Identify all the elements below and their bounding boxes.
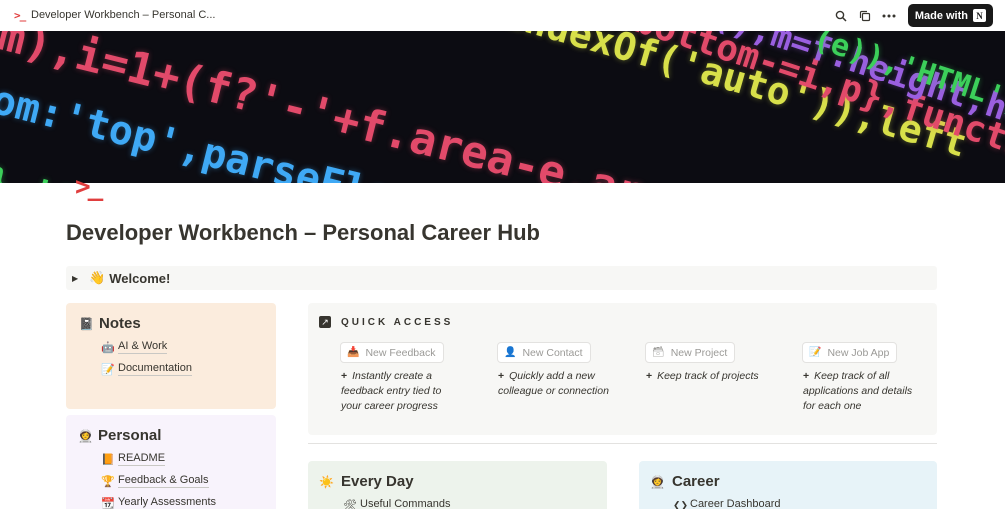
trophy-icon: 🏆 bbox=[101, 475, 115, 488]
new-feedback-button[interactable]: 📥 New Feedback bbox=[340, 342, 444, 363]
duplicate-icon[interactable] bbox=[856, 7, 874, 25]
made-with-label: Made with bbox=[914, 9, 968, 22]
personal-item-yearly-assessments[interactable]: 📆 Yearly Assessments bbox=[101, 496, 216, 509]
made-with-notion-button[interactable]: Made with N bbox=[907, 4, 993, 27]
new-feedback-label: New Feedback bbox=[365, 346, 436, 359]
career-heading: 👩‍🚀 Career bbox=[650, 473, 720, 490]
personal-heading: 👩‍🚀 Personal bbox=[78, 427, 161, 444]
toggle-arrow-icon[interactable]: ▶ bbox=[72, 274, 86, 283]
page-title: Developer Workbench – Personal Career Hu… bbox=[66, 220, 540, 245]
person-icon: 👤 bbox=[504, 347, 517, 358]
top-bar: >_ Developer Workbench – Personal C... M… bbox=[0, 0, 1005, 31]
new-contact-label: New Contact bbox=[522, 346, 583, 359]
plus-icon: + bbox=[498, 370, 505, 382]
plus-icon: + bbox=[341, 370, 348, 382]
book-icon: 📙 bbox=[101, 453, 115, 466]
desc-line: Quickly add a new bbox=[509, 370, 595, 382]
new-job-app-label: New Job App bbox=[827, 346, 890, 359]
astronaut-icon: 👩‍🚀 bbox=[650, 474, 665, 489]
new-project-label: New Project bbox=[670, 346, 728, 359]
window-title[interactable]: Developer Workbench – Personal C... bbox=[31, 9, 215, 21]
notes-item-ai-work[interactable]: 🤖 AI & Work bbox=[101, 340, 168, 354]
card-file-box-icon: 🗃 bbox=[652, 347, 665, 358]
arrow-up-right-icon: ↗ bbox=[319, 316, 331, 328]
top-bar-actions: Made with N bbox=[832, 4, 993, 27]
career-item-dashboard[interactable]: ❮❯ Career Dashboard bbox=[673, 498, 781, 509]
new-feedback-description: + Instantly create a feedback entry tied… bbox=[341, 369, 441, 414]
new-project-description: + Keep track of projects bbox=[646, 369, 759, 384]
quick-access-title: QUICK ACCESS bbox=[341, 316, 454, 328]
personal-item-readme[interactable]: 📙 README bbox=[101, 452, 166, 466]
new-job-app-button[interactable]: 📝 New Job App bbox=[802, 342, 898, 363]
notebook-icon: 📓 bbox=[79, 316, 94, 331]
search-icon[interactable] bbox=[832, 7, 850, 25]
desc-line: applications and details bbox=[803, 385, 913, 397]
memo-icon: 📝 bbox=[809, 347, 822, 358]
cover-image: om),i=1+(f?'-'+f.area-e.area)), tom:'top'… bbox=[0, 31, 1005, 183]
welcome-label: Welcome! bbox=[109, 270, 171, 286]
robot-icon: 🤖 bbox=[101, 341, 115, 354]
desc-line: colleague or connection bbox=[498, 385, 609, 397]
memo-icon: 📝 bbox=[101, 363, 115, 376]
sun-icon: ☀️ bbox=[319, 474, 334, 489]
personal-item-feedback-goals[interactable]: 🏆 Feedback & Goals bbox=[101, 474, 209, 488]
personal-title: Personal bbox=[98, 427, 162, 444]
career-title: Career bbox=[672, 473, 720, 490]
every-day-item-label: Useful Commands bbox=[360, 498, 450, 509]
new-contact-button[interactable]: 👤 New Contact bbox=[497, 342, 591, 363]
calendar-icon: 📆 bbox=[101, 497, 115, 509]
new-contact-description: + Quickly add a new colleague or connect… bbox=[498, 369, 609, 399]
desc-line: your career progress bbox=[341, 400, 438, 412]
notion-logo-icon: N bbox=[973, 9, 986, 22]
tools-icon: 🛠 bbox=[343, 499, 357, 509]
new-project-button[interactable]: 🗃 New Project bbox=[645, 342, 736, 363]
personal-item-label: Feedback & Goals bbox=[118, 474, 209, 488]
desc-line: for each one bbox=[803, 400, 862, 412]
personal-item-label: Yearly Assessments bbox=[118, 496, 217, 508]
quick-access-heading: ↗ QUICK ACCESS bbox=[319, 316, 453, 328]
divider bbox=[308, 443, 937, 444]
every-day-item-useful-commands[interactable]: 🛠 Useful Commands bbox=[343, 498, 450, 509]
new-job-app-description: + Keep track of all applications and det… bbox=[803, 369, 912, 414]
every-day-title: Every Day bbox=[341, 473, 414, 490]
page-terminal-icon: >_ bbox=[75, 172, 103, 202]
inbox-icon: 📥 bbox=[347, 347, 360, 358]
desc-line: feedback entry tied to bbox=[341, 385, 442, 397]
personal-item-label: README bbox=[118, 452, 166, 466]
plus-icon: + bbox=[803, 370, 810, 382]
astronaut-icon: 👩‍🚀 bbox=[78, 428, 93, 443]
notes-heading: 📓 Notes bbox=[79, 315, 141, 332]
plus-icon: + bbox=[646, 370, 653, 382]
notes-item-label: Documentation bbox=[118, 362, 192, 376]
desc-line: Keep track of projects bbox=[657, 370, 759, 382]
welcome-toggle[interactable]: ▶ 👋 Welcome! bbox=[66, 266, 937, 290]
more-options-icon[interactable] bbox=[880, 7, 898, 25]
waving-hand-icon: 👋 bbox=[89, 270, 106, 285]
notes-item-label: AI & Work bbox=[118, 340, 168, 354]
notes-item-documentation[interactable]: 📝 Documentation bbox=[101, 362, 192, 376]
every-day-heading: ☀️ Every Day bbox=[319, 473, 414, 490]
desc-line: Keep track of all bbox=[814, 370, 890, 382]
career-item-label: Career Dashboard bbox=[690, 498, 781, 509]
notes-title: Notes bbox=[99, 315, 141, 332]
desc-line: Instantly create a bbox=[352, 370, 433, 382]
terminal-icon: >_ bbox=[14, 9, 26, 22]
code-icon: ❮❯ bbox=[673, 499, 689, 509]
